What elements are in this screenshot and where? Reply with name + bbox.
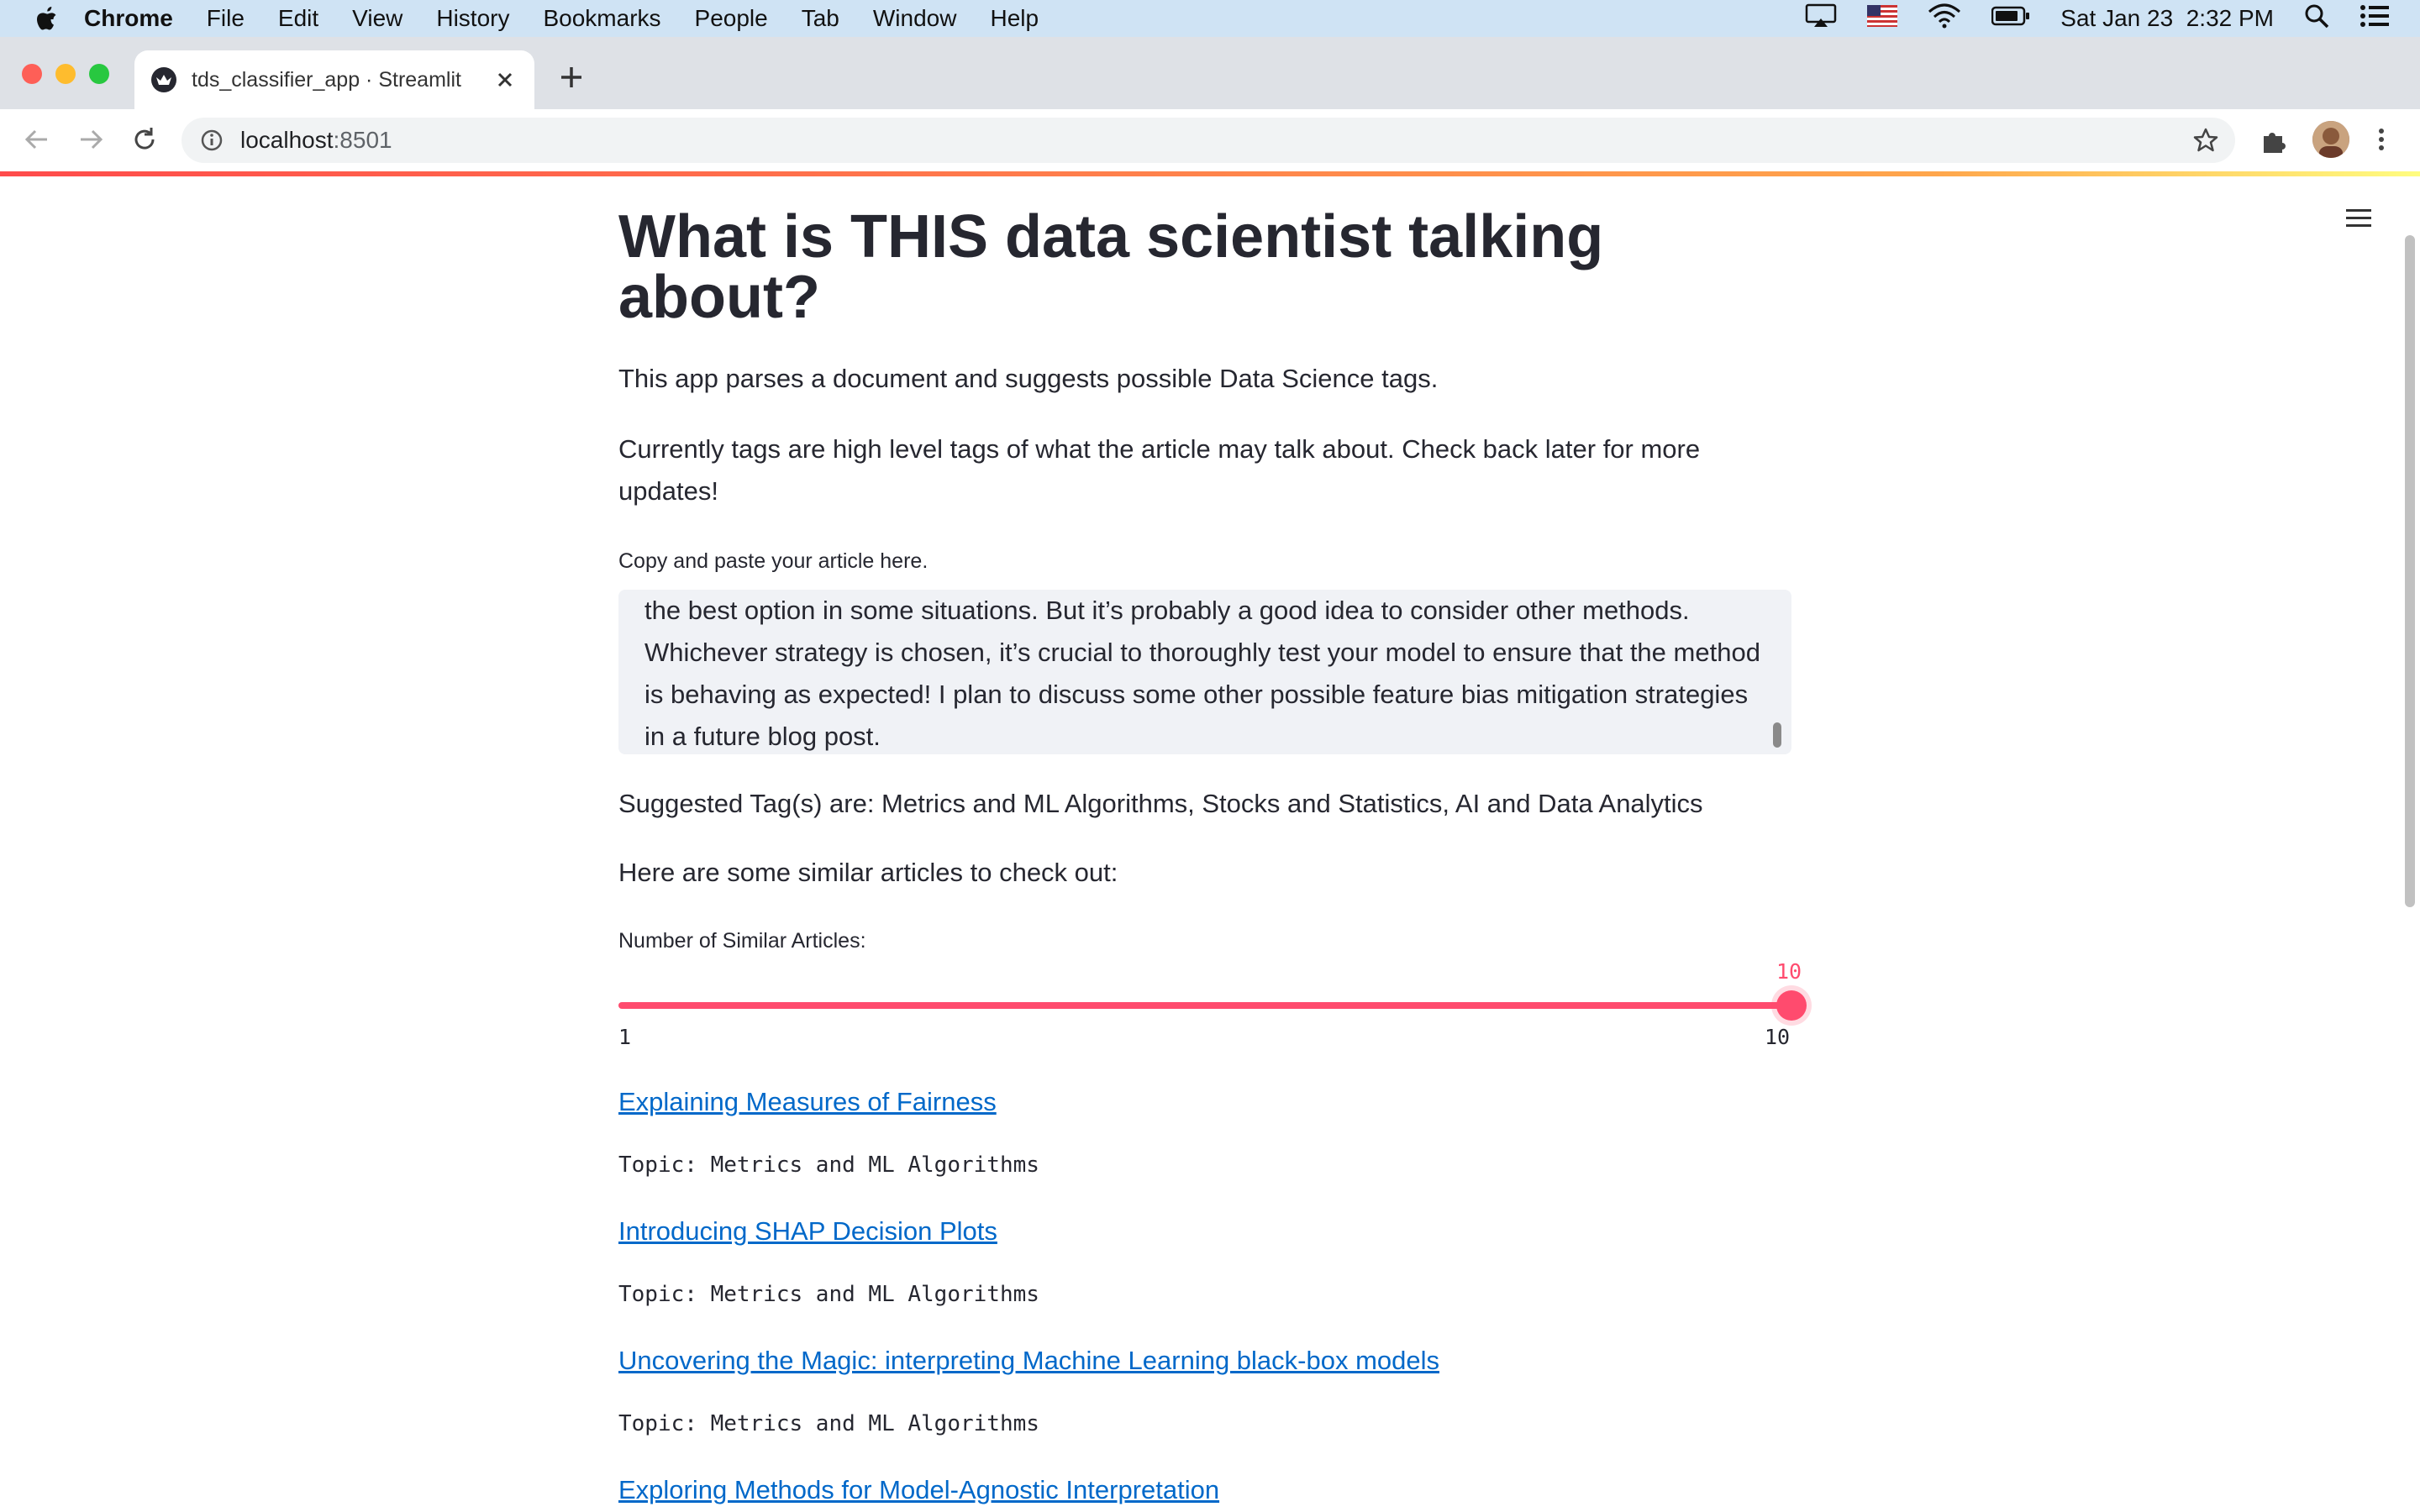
- window-minimize-button[interactable]: [55, 64, 76, 84]
- similar-count-slider-track[interactable]: [618, 1002, 1791, 1009]
- slider-label: Number of Similar Articles:: [618, 929, 866, 953]
- spotlight-search-icon[interactable]: [2304, 3, 2329, 34]
- slider-current-value: 10: [1776, 959, 1802, 984]
- airplay-icon[interactable]: [1805, 3, 1837, 34]
- article-topic: Topic: Metrics and ML Algorithms: [618, 1152, 1039, 1178]
- tab-close-icon[interactable]: [492, 67, 518, 92]
- streamlit-app-content: What is THIS data scientist talking abou…: [0, 176, 2420, 1512]
- article-topic: Topic: Metrics and ML Algorithms: [618, 1411, 1039, 1436]
- browser-tab-strip: tds_classifier_app · Streamlit: [0, 37, 2420, 109]
- window-close-button[interactable]: [22, 64, 42, 84]
- slider-max-label: 10: [1765, 1025, 1791, 1049]
- article-link[interactable]: Explaining Measures of Fairness: [618, 1087, 997, 1117]
- browser-toolbar: localhost:8501: [0, 109, 2420, 172]
- bookmark-star-icon[interactable]: [2193, 128, 2218, 153]
- similar-articles-heading: Here are some similar articles to check …: [618, 858, 1118, 887]
- new-tab-icon[interactable]: [556, 62, 587, 92]
- page-title: What is THIS data scientist talking abou…: [618, 203, 1604, 331]
- chrome-menu-icon[interactable]: [2371, 124, 2391, 155]
- menu-help[interactable]: Help: [990, 5, 1039, 32]
- menubar-clock[interactable]: Sat Jan 23 2:32 PM: [2060, 5, 2274, 32]
- streamlit-favicon-icon: [151, 67, 176, 92]
- url-host: localhost: [240, 127, 334, 153]
- menu-view[interactable]: View: [352, 5, 402, 32]
- window-zoom-button[interactable]: [89, 64, 109, 84]
- article-textarea[interactable]: the best option in some situations. But …: [618, 590, 1791, 754]
- menu-app-chrome[interactable]: Chrome: [84, 5, 173, 32]
- macos-menu-bar: Chrome File Edit View History Bookmarks …: [0, 0, 2420, 37]
- extensions-puzzle-icon[interactable]: [2260, 126, 2289, 155]
- reload-icon[interactable]: [129, 124, 160, 155]
- slider-min-label: 1: [618, 1025, 632, 1049]
- article-link[interactable]: Uncovering the Magic: interpreting Machi…: [618, 1346, 1439, 1376]
- menu-window[interactable]: Window: [873, 5, 957, 32]
- url-port: :8501: [333, 127, 392, 153]
- profile-avatar[interactable]: [2312, 121, 2349, 158]
- intro-text: This app parses a document and suggests …: [618, 364, 1439, 393]
- article-textarea-value: the best option in some situations. But …: [644, 596, 1760, 751]
- suggested-tags-text: Suggested Tag(s) are: Metrics and ML Alg…: [618, 789, 1703, 818]
- menu-file[interactable]: File: [207, 5, 245, 32]
- battery-icon[interactable]: [1991, 5, 2030, 32]
- address-url[interactable]: localhost:8501: [240, 127, 392, 154]
- control-center-icon[interactable]: [2360, 4, 2390, 34]
- address-bar[interactable]: localhost:8501: [182, 118, 2235, 163]
- forward-arrow-icon[interactable]: [76, 124, 106, 155]
- textarea-label: Copy and paste your article here.: [618, 549, 929, 573]
- menu-people[interactable]: People: [695, 5, 768, 32]
- page-scrollbar[interactable]: [2405, 235, 2415, 907]
- menu-edit[interactable]: Edit: [278, 5, 318, 32]
- article-link[interactable]: Introducing SHAP Decision Plots: [618, 1216, 997, 1247]
- site-info-icon[interactable]: [200, 129, 224, 152]
- textarea-scrollbar[interactable]: [1773, 722, 1781, 748]
- browser-tab-active[interactable]: tds_classifier_app · Streamlit: [134, 50, 534, 109]
- menu-tab[interactable]: Tab: [802, 5, 839, 32]
- apple-logo-icon[interactable]: [34, 4, 59, 33]
- back-arrow-icon[interactable]: [22, 124, 52, 155]
- article-topic: Topic: Metrics and ML Algorithms: [618, 1282, 1039, 1307]
- hamburger-menu-icon[interactable]: [2346, 207, 2371, 230]
- menu-history[interactable]: History: [436, 5, 509, 32]
- note-text: Currently tags are high level tags of wh…: [618, 434, 1701, 506]
- article-link[interactable]: Exploring Methods for Model-Agnostic Int…: [618, 1475, 1219, 1505]
- wifi-icon[interactable]: [1928, 3, 1961, 34]
- tab-title: tds_classifier_app · Streamlit: [192, 67, 461, 92]
- similar-count-slider-thumb[interactable]: [1776, 990, 1807, 1021]
- menu-bookmarks[interactable]: Bookmarks: [543, 5, 660, 32]
- us-flag-icon[interactable]: [1867, 4, 1898, 33]
